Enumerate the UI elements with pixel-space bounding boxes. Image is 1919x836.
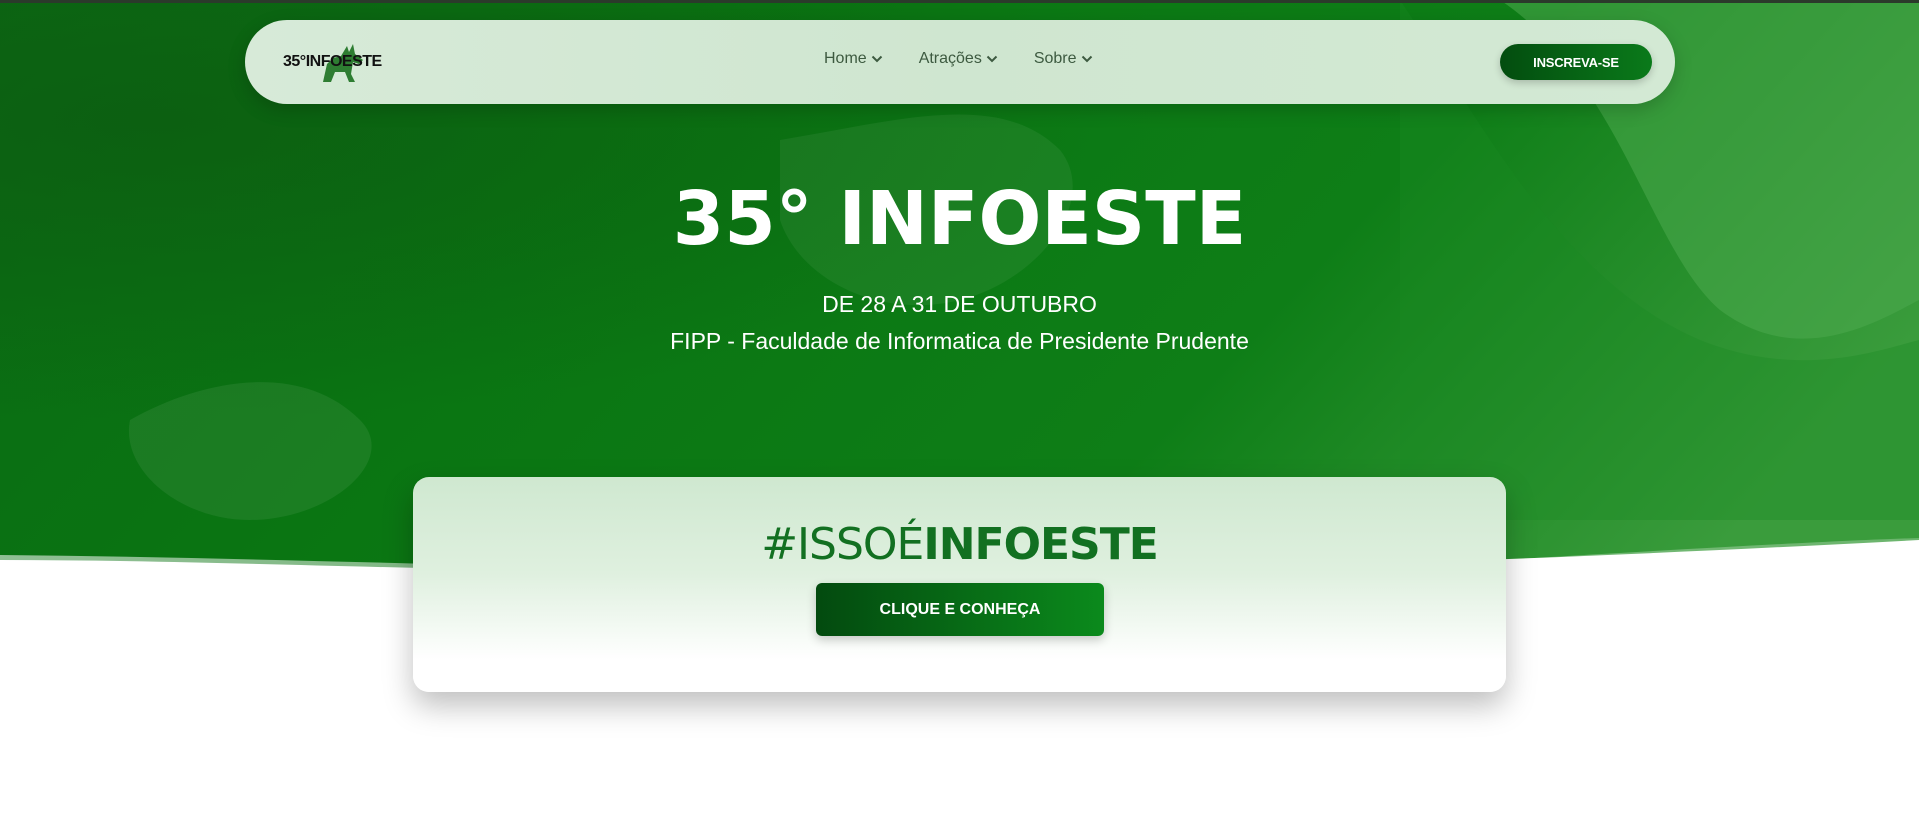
menu-item-home-label: Home <box>824 50 867 67</box>
hero-title: 35° INFOESTE <box>672 176 1247 262</box>
clique-e-conheca-button[interactable]: CLIQUE E CONHEÇA <box>816 583 1104 636</box>
main-menu: Home Atrações Sobre <box>824 50 1129 68</box>
menu-item-atracoes-label: Atrações <box>918 50 982 67</box>
menu-item-sobre[interactable]: Sobre <box>1034 50 1093 68</box>
hashtag-light: #ISSOÉ <box>761 519 924 570</box>
hero-date: DE 28 A 31 DE OUTUBRO <box>822 291 1097 317</box>
promo-card: #ISSOÉINFOESTE CLIQUE E CONHEÇA <box>413 477 1506 692</box>
menu-item-atracoes[interactable]: Atrações <box>919 50 998 68</box>
hero-place: FIPP - Faculdade de Informatica de Presi… <box>670 328 1249 354</box>
top-border <box>0 0 1919 3</box>
menu-item-sobre-label: Sobre <box>1033 50 1077 67</box>
logo[interactable]: 35°INFOESTE <box>283 38 403 86</box>
chevron-down-icon <box>871 55 882 63</box>
chevron-down-icon <box>1081 55 1092 63</box>
logo-text: 35°INFOESTE <box>283 53 382 70</box>
hashtag-bold: INFOESTE <box>923 519 1158 570</box>
chevron-down-icon <box>986 55 998 63</box>
menu-item-home[interactable]: Home <box>824 50 883 68</box>
navbar: 35°INFOESTE Home Atrações Sobre INSCREVA… <box>245 20 1675 104</box>
hashtag-heading: #ISSOÉINFOESTE <box>413 519 1506 570</box>
hero-background <box>0 0 1919 836</box>
page: 35°INFOESTE Home Atrações Sobre INSCREVA… <box>0 0 1919 836</box>
inscreva-se-button[interactable]: INSCREVA-SE <box>1500 44 1652 80</box>
